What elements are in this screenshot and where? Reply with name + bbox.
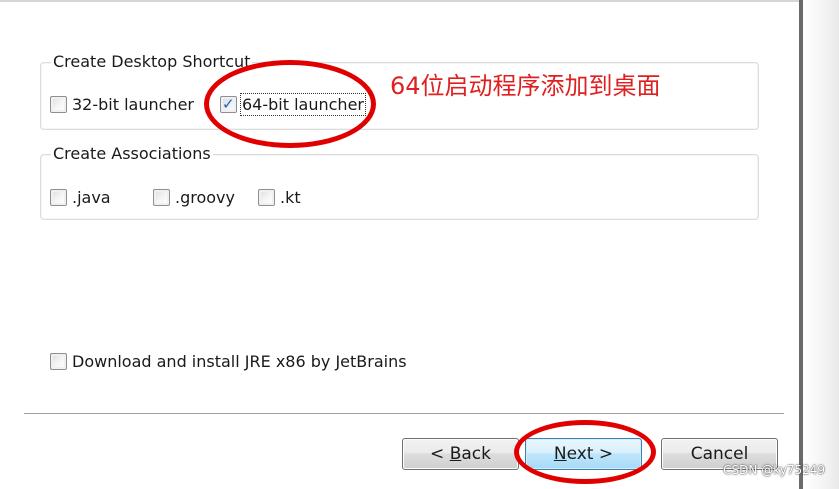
checkbox-label: Download and install JRE x86 by JetBrain… (72, 351, 407, 371)
checkbox-label: .groovy (175, 187, 235, 207)
back-button-prefix: < (430, 444, 450, 464)
installer-options-page: Create Desktop Shortcut 32-bit launcher … (0, 0, 839, 489)
checkbox-box[interactable] (50, 188, 67, 206)
checkbox-groovy[interactable]: .groovy (153, 185, 235, 209)
checkbox-kt[interactable]: .kt (258, 185, 301, 209)
associations-legend: Create Associations (51, 144, 213, 163)
checkbox-box[interactable] (50, 352, 67, 370)
checkbox-64bit-launcher[interactable]: ✓ 64-bit launcher (220, 92, 366, 116)
checkbox-label: .java (72, 187, 111, 207)
next-button-rest: ext > (566, 444, 614, 464)
checkbox-label: 64-bit launcher (240, 92, 366, 116)
background-edge (803, 0, 839, 489)
checkbox-java[interactable]: .java (50, 185, 111, 209)
checkbox-download-jre[interactable]: Download and install JRE x86 by JetBrain… (50, 349, 407, 373)
back-button-rest: ack (461, 444, 491, 464)
cancel-button-label: Cancel (690, 444, 749, 464)
checkbox-box[interactable] (258, 188, 275, 206)
checkbox-32bit-launcher[interactable]: 32-bit launcher (50, 92, 194, 116)
desktop-shortcut-legend: Create Desktop Shortcut (51, 52, 253, 71)
checkbox-box[interactable] (153, 188, 170, 206)
back-button[interactable]: < Back (402, 438, 519, 470)
watermark: CSDN @ky75249 (723, 463, 825, 477)
checkbox-box[interactable] (50, 95, 67, 113)
checkbox-box[interactable]: ✓ (220, 94, 237, 113)
checkmark-icon: ✓ (222, 94, 235, 113)
checkbox-label: .kt (280, 187, 301, 207)
annotation-text: 64位启动程序添加到桌面 (390, 72, 661, 100)
associations-group (40, 154, 759, 220)
checkbox-label: 32-bit launcher (72, 94, 194, 114)
top-border (0, 0, 800, 2)
footer-separator (24, 413, 784, 415)
next-button-accel: N (553, 444, 567, 464)
back-button-accel: B (449, 444, 462, 464)
next-button[interactable]: Next > (525, 438, 642, 470)
